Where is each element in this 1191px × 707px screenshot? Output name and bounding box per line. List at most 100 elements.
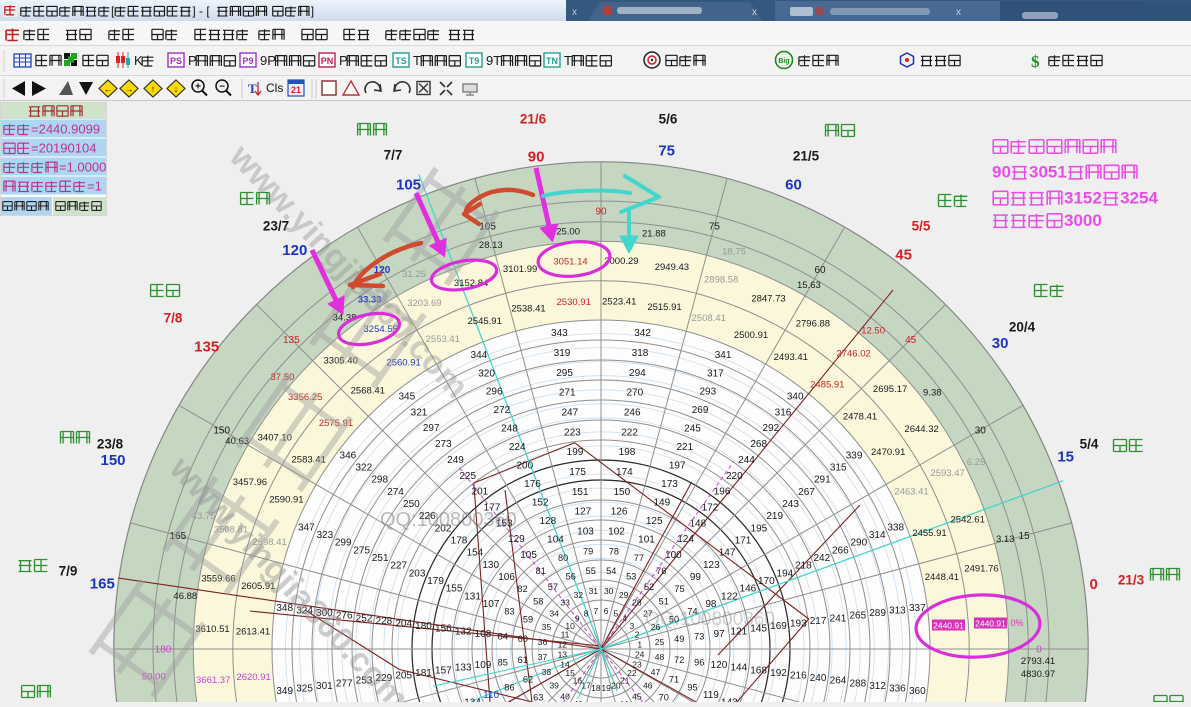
- svg-text:2440.91: 2440.91: [975, 618, 1006, 628]
- svg-text:165: 165: [90, 575, 115, 592]
- svg-text:203: 203: [409, 568, 426, 579]
- svg-text:299: 299: [335, 538, 352, 549]
- svg-text:55: 55: [586, 566, 596, 576]
- svg-text:2593.47: 2593.47: [930, 468, 964, 479]
- svg-text:340: 340: [787, 391, 804, 402]
- svg-text:107: 107: [483, 599, 500, 610]
- svg-text:272: 272: [494, 405, 511, 416]
- svg-text:123: 123: [703, 560, 720, 571]
- svg-text:75: 75: [709, 221, 721, 232]
- svg-text:46.88: 46.88: [173, 591, 197, 602]
- svg-text:37: 37: [538, 652, 548, 662]
- svg-text:243: 243: [782, 499, 799, 510]
- svg-text:45: 45: [632, 691, 642, 701]
- svg-text:TS: TS: [395, 56, 407, 66]
- svg-text:0: 0: [1090, 576, 1098, 593]
- svg-text:38: 38: [542, 667, 552, 677]
- svg-text:81: 81: [536, 566, 546, 576]
- svg-text:1: 1: [637, 639, 642, 649]
- svg-text:105: 105: [520, 550, 537, 561]
- svg-text:144: 144: [730, 663, 747, 674]
- svg-text:150: 150: [213, 426, 230, 437]
- svg-text:245: 245: [684, 424, 701, 435]
- svg-text:345: 345: [398, 391, 415, 402]
- svg-text:170: 170: [758, 576, 775, 587]
- svg-text:7/7: 7/7: [384, 148, 403, 163]
- svg-text:TN: TN: [546, 56, 558, 66]
- svg-text:21: 21: [291, 85, 301, 95]
- svg-text:322: 322: [355, 463, 372, 474]
- svg-text:34: 34: [549, 609, 559, 619]
- svg-text:126: 126: [611, 507, 628, 518]
- svg-text:319: 319: [554, 348, 571, 359]
- svg-text:53: 53: [626, 572, 636, 582]
- svg-text:148: 148: [689, 518, 706, 529]
- svg-text:249: 249: [447, 455, 464, 466]
- svg-text:T: T: [248, 81, 257, 96]
- svg-text:157: 157: [435, 665, 452, 676]
- svg-text:−: −: [219, 82, 225, 93]
- svg-text:325: 325: [296, 684, 313, 695]
- svg-text:7: 7: [594, 606, 599, 616]
- svg-text:181: 181: [415, 668, 432, 679]
- svg-text:274: 274: [387, 487, 404, 498]
- svg-text:292: 292: [762, 423, 779, 434]
- svg-text:180: 180: [155, 645, 172, 656]
- svg-text:200: 200: [516, 461, 533, 472]
- svg-text:15.63: 15.63: [797, 280, 821, 291]
- svg-text:133: 133: [455, 663, 472, 674]
- svg-text:99: 99: [690, 572, 702, 583]
- svg-text:5/6: 5/6: [659, 112, 678, 127]
- svg-text:294: 294: [629, 368, 646, 379]
- svg-text:x: x: [956, 7, 961, 18]
- svg-text:x: x: [572, 7, 577, 18]
- svg-text:49: 49: [674, 634, 684, 644]
- svg-text:90: 90: [992, 163, 1011, 182]
- svg-text:9.38: 9.38: [923, 388, 942, 399]
- svg-text:51: 51: [659, 596, 669, 606]
- svg-text:61: 61: [518, 655, 528, 665]
- svg-text:168: 168: [750, 665, 767, 676]
- svg-text:2620.91: 2620.91: [236, 672, 270, 683]
- svg-text:151: 151: [572, 487, 589, 498]
- svg-text:←: ←: [104, 84, 113, 94]
- svg-text:8: 8: [584, 609, 589, 619]
- svg-text:→: →: [125, 84, 134, 94]
- svg-text:2508.41: 2508.41: [692, 313, 726, 324]
- svg-text:241: 241: [830, 613, 847, 624]
- svg-text:PS: PS: [170, 56, 182, 66]
- svg-text:32: 32: [574, 590, 584, 600]
- svg-text:196: 196: [714, 487, 731, 498]
- svg-text:9T: 9T: [486, 53, 501, 68]
- svg-text:135: 135: [283, 335, 300, 346]
- svg-text:7/9: 7/9: [59, 564, 78, 579]
- svg-text:23/8: 23/8: [97, 437, 124, 452]
- svg-text:31.25: 31.25: [402, 269, 426, 280]
- svg-text:97: 97: [713, 629, 725, 640]
- svg-text:219: 219: [766, 511, 783, 522]
- svg-text:47: 47: [651, 667, 661, 677]
- svg-text:228: 228: [376, 616, 393, 627]
- svg-text:22: 22: [627, 668, 637, 678]
- svg-text:155: 155: [446, 584, 463, 595]
- svg-text:289: 289: [869, 608, 886, 619]
- svg-text:82: 82: [517, 584, 527, 594]
- svg-text:100: 100: [665, 550, 682, 561]
- svg-text:5/5: 5/5: [912, 219, 931, 234]
- svg-text:122: 122: [721, 591, 738, 602]
- svg-text:52: 52: [644, 582, 654, 592]
- svg-text:290: 290: [850, 538, 867, 549]
- svg-text:2949.43: 2949.43: [655, 262, 689, 273]
- svg-text:40: 40: [560, 691, 570, 701]
- svg-text:244: 244: [738, 455, 755, 466]
- svg-text:17: 17: [581, 681, 591, 691]
- svg-text:96: 96: [694, 657, 704, 667]
- svg-text:21/6: 21/6: [520, 112, 547, 127]
- svg-text:28.13: 28.13: [479, 240, 503, 251]
- svg-text:179: 179: [427, 576, 444, 587]
- svg-text:246: 246: [624, 408, 641, 419]
- svg-text:252: 252: [356, 613, 373, 624]
- svg-text:=2440.9099: =2440.9099: [31, 122, 100, 137]
- svg-text:4830.97: 4830.97: [1021, 669, 1055, 680]
- svg-text:171: 171: [735, 536, 752, 547]
